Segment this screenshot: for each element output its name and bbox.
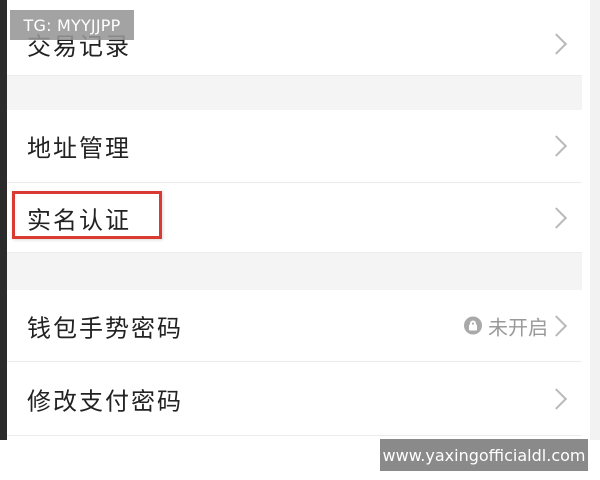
settings-screen: 交易记录 地址管理 实名认证 钱包手势密码 未开启 修改支付密码 [0,0,600,440]
gesture-password-status: 未开启 [464,311,548,340]
wallet-gesture-password-label: 钱包手势密码 [27,314,183,342]
address-management-row[interactable]: 地址管理 [7,110,582,183]
right-frame-edge [590,0,600,440]
chevron-right-icon [545,387,568,410]
left-frame-edge [0,0,7,440]
wallet-gesture-password-row[interactable]: 钱包手势密码 未开启 [7,290,582,362]
website-watermark: www.yaxingofficialdl.com [380,439,588,471]
gesture-password-status-text: 未开启 [488,315,548,339]
real-name-auth-highlight-box [12,191,162,239]
chevron-right-icon [545,206,568,229]
chevron-right-icon [545,135,568,157]
chevron-right-icon [545,33,568,55]
change-payment-password-label: 修改支付密码 [27,387,183,415]
section-gap [7,253,582,290]
telegram-watermark: TG: MYYJJPP [10,10,134,40]
lock-icon [464,316,482,335]
chevron-right-icon [545,314,568,337]
change-payment-password-row[interactable]: 修改支付密码 [7,362,582,436]
section-gap [7,76,582,110]
address-management-label: 地址管理 [27,134,131,163]
